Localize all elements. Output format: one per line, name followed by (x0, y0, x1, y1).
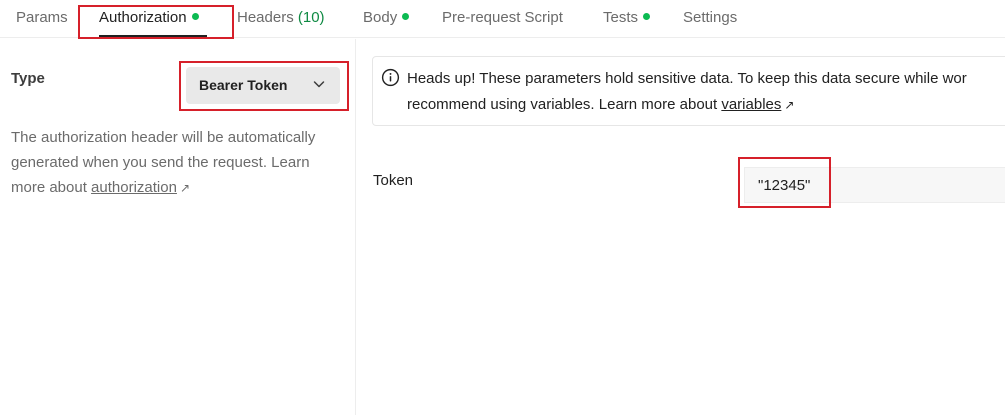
variables-docs-link[interactable]: variables (721, 96, 781, 113)
chevron-down-icon (313, 81, 325, 88)
tab-body-status-dot (402, 13, 410, 20)
notice-line-2-text: recommend using variables. Learn more ab… (407, 96, 722, 113)
tab-headers[interactable]: Headers (10) (237, 0, 325, 37)
auth-type-dropdown[interactable]: Bearer Token (186, 67, 340, 104)
tab-pre-request-script-label: Pre-request Script (442, 9, 563, 26)
notice-text: Heads up! These parameters hold sensitiv… (407, 66, 1005, 118)
tab-body-label: Body (363, 9, 398, 26)
tab-settings-label: Settings (683, 9, 738, 26)
tab-body[interactable]: Body (363, 0, 410, 37)
authorization-docs-link[interactable]: authorization (91, 179, 177, 196)
tab-headers-label: Headers (237, 9, 294, 26)
request-tab-bar: Params Authorization Headers (10) Body P… (0, 0, 1005, 38)
tab-pre-request-script[interactable]: Pre-request Script (442, 0, 563, 37)
auth-type-panel: Type Bearer Token The authorization head… (0, 39, 356, 415)
auth-type-value: Bearer Token (199, 77, 288, 93)
tab-tests-status-dot (643, 13, 651, 20)
info-icon (381, 68, 400, 87)
token-label: Token (373, 172, 414, 189)
tab-params[interactable]: Params (16, 0, 68, 37)
tab-tests-label: Tests (603, 9, 639, 26)
tab-authorization-label: Authorization (99, 9, 187, 26)
tab-tests[interactable]: Tests (603, 0, 651, 37)
sensitive-data-notice: Heads up! These parameters hold sensitiv… (372, 56, 1005, 126)
external-link-icon: ↗ (784, 98, 795, 112)
tab-authorization-status-dot (191, 13, 199, 20)
external-link-icon: ↗ (179, 181, 191, 195)
auth-description: The authorization header will be automat… (11, 125, 346, 201)
tab-settings[interactable]: Settings (683, 0, 737, 37)
notice-line-1: Heads up! These parameters hold sensitiv… (407, 70, 967, 87)
notice-line-2: recommend using variables. Learn more ab… (407, 92, 1005, 118)
tab-headers-count: (10) (297, 9, 325, 26)
token-input[interactable] (744, 167, 1005, 203)
tab-authorization[interactable]: Authorization (99, 0, 199, 37)
auth-type-label: Type (11, 70, 45, 87)
tab-params-label: Params (16, 9, 68, 26)
active-tab-indicator (99, 35, 207, 37)
